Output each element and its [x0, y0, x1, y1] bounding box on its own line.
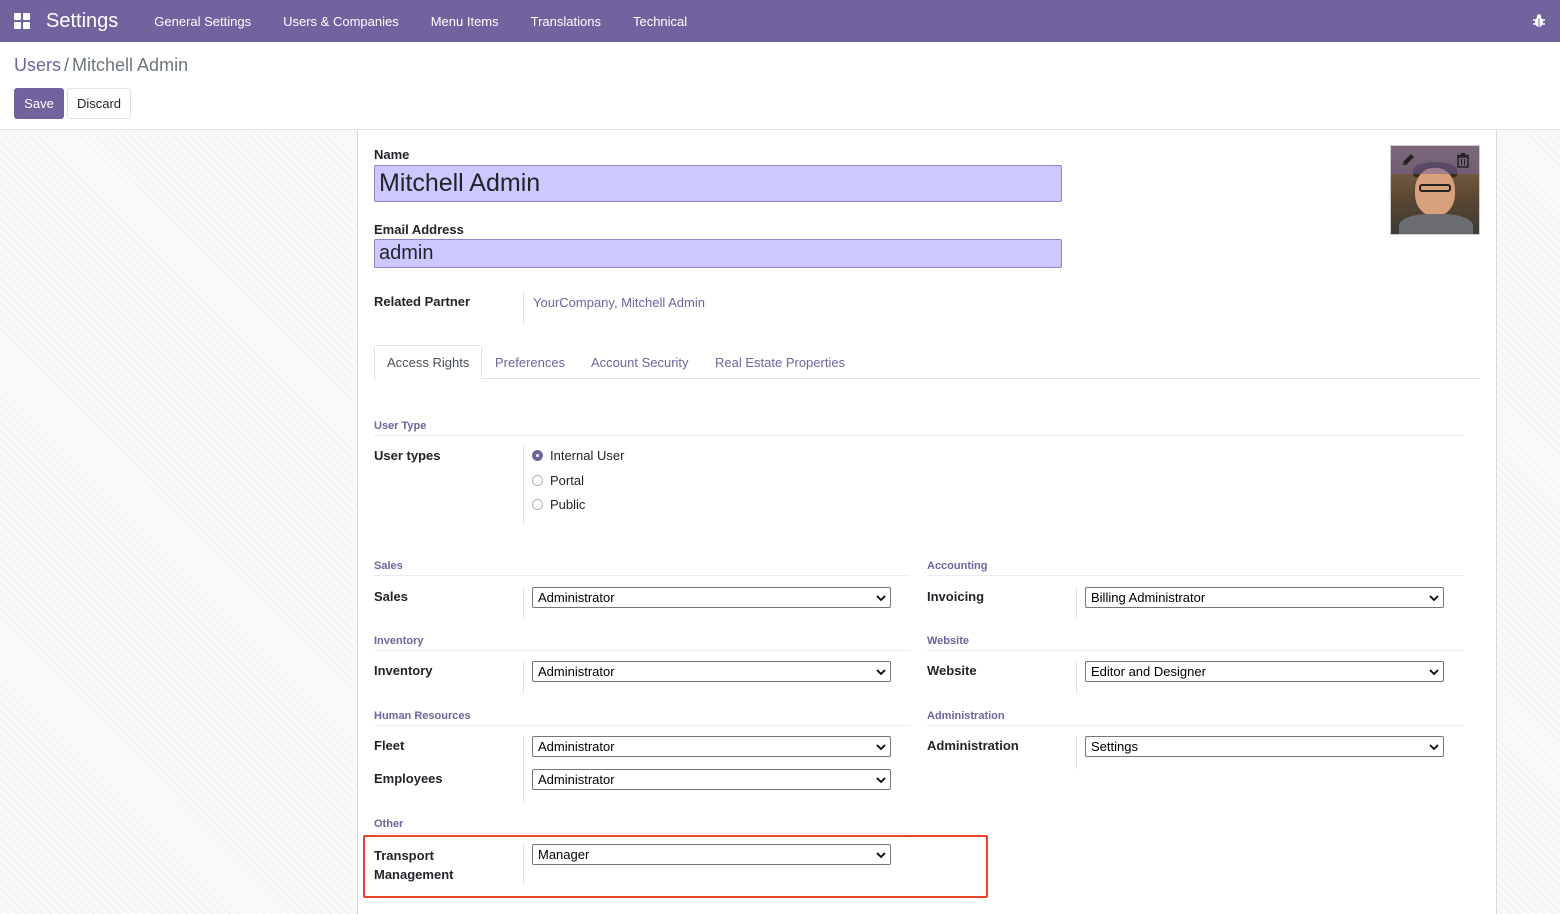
bug-icon[interactable]: [1532, 13, 1546, 29]
select-value: Administrator: [538, 664, 615, 679]
inventory-select[interactable]: Administrator: [532, 661, 891, 682]
menu-translations[interactable]: Translations: [515, 14, 617, 29]
sales-label: Sales: [374, 589, 408, 604]
select-value: Administrator: [538, 590, 615, 605]
top-navbar: Settings General Settings Users & Compan…: [0, 0, 1560, 42]
website-label: Website: [927, 663, 977, 678]
administration-label: Administration: [927, 738, 1019, 753]
save-button[interactable]: Save: [14, 88, 64, 119]
email-input[interactable]: admin: [374, 239, 1062, 268]
menu-users-companies[interactable]: Users & Companies: [267, 14, 415, 29]
notebook-tabs: Access Rights Preferences Account Securi…: [374, 345, 1480, 380]
select-value: Administrator: [538, 772, 615, 787]
field-divider: [1076, 661, 1077, 694]
menu-general-settings[interactable]: General Settings: [138, 14, 267, 29]
radio-portal[interactable]: Portal: [532, 473, 584, 488]
menu-technical[interactable]: Technical: [617, 14, 703, 29]
breadcrumb-separator: /: [64, 55, 70, 75]
related-partner-link[interactable]: YourCompany, Mitchell Admin: [533, 295, 705, 310]
employees-label: Employees: [374, 771, 443, 786]
breadcrumb-users-link[interactable]: Users: [14, 55, 61, 75]
form-sheet: Name Mitchell Admin Email Address admin …: [357, 130, 1497, 914]
radio-label: Public: [550, 497, 586, 512]
related-partner-label: Related Partner: [374, 294, 471, 309]
chevron-down-icon: [1429, 744, 1439, 751]
chevron-down-icon: [876, 669, 886, 676]
field-divider: [523, 292, 524, 325]
fleet-select[interactable]: Administrator: [532, 736, 891, 757]
chevron-down-icon: [876, 595, 886, 602]
select-value: Administrator: [538, 739, 615, 754]
fleet-label: Fleet: [374, 738, 405, 753]
section-user-type: User Type: [374, 420, 1464, 436]
tab-access-rights[interactable]: Access Rights: [374, 345, 483, 380]
invoicing-select[interactable]: Billing Administrator: [1085, 587, 1444, 608]
radio-internal-user[interactable]: Internal User: [532, 448, 624, 463]
section-accounting: Accounting: [927, 560, 1464, 576]
tab-preferences[interactable]: Preferences: [495, 345, 565, 379]
inventory-label: Inventory: [374, 663, 433, 678]
field-divider: [523, 736, 524, 802]
chevron-down-icon: [1429, 669, 1439, 676]
select-value: Settings: [1091, 739, 1138, 754]
section-website: Website: [927, 635, 1464, 651]
select-value: Billing Administrator: [1091, 590, 1206, 605]
field-divider: [523, 446, 524, 524]
tab-account-security[interactable]: Account Security: [591, 345, 689, 379]
radio-label: Portal: [550, 473, 584, 488]
trash-icon[interactable]: [1455, 152, 1471, 168]
apps-grid-icon[interactable]: [14, 13, 30, 29]
website-select[interactable]: Editor and Designer: [1085, 661, 1444, 682]
app-title[interactable]: Settings: [46, 10, 118, 33]
field-divider: [523, 587, 524, 619]
breadcrumb-current: Mitchell Admin: [72, 55, 189, 75]
field-divider: [523, 661, 524, 694]
name-input[interactable]: Mitchell Admin: [374, 165, 1062, 202]
user-types-label: User types: [374, 448, 441, 463]
chevron-down-icon: [1429, 595, 1439, 602]
avatar[interactable]: [1390, 145, 1480, 235]
field-divider: [1076, 587, 1077, 619]
sales-select[interactable]: Administrator: [532, 587, 891, 608]
select-value: Editor and Designer: [1091, 664, 1206, 679]
discard-button[interactable]: Discard: [67, 88, 131, 119]
section-administration: Administration: [927, 710, 1464, 726]
tab-real-estate-properties[interactable]: Real Estate Properties: [715, 345, 845, 379]
administration-select[interactable]: Settings: [1085, 736, 1444, 757]
name-label: Name: [374, 147, 410, 162]
radio-label: Internal User: [550, 448, 625, 463]
section-sales: Sales: [374, 560, 910, 576]
pencil-icon[interactable]: [1399, 152, 1417, 168]
email-label: Email Address: [374, 222, 464, 237]
employees-select[interactable]: Administrator: [532, 769, 891, 790]
highlight-box: [363, 835, 988, 898]
section-human-resources: Human Resources: [374, 710, 910, 726]
section-inventory: Inventory: [374, 635, 910, 651]
breadcrumb: Users / Mitchell Admin: [14, 55, 188, 76]
chevron-down-icon: [876, 744, 886, 751]
chevron-down-icon: [876, 777, 886, 784]
section-other: Other: [374, 818, 910, 834]
menu-menu-items[interactable]: Menu Items: [415, 14, 515, 29]
invoicing-label: Invoicing: [927, 589, 985, 604]
field-divider: [1076, 736, 1077, 769]
radio-public[interactable]: Public: [532, 497, 585, 512]
